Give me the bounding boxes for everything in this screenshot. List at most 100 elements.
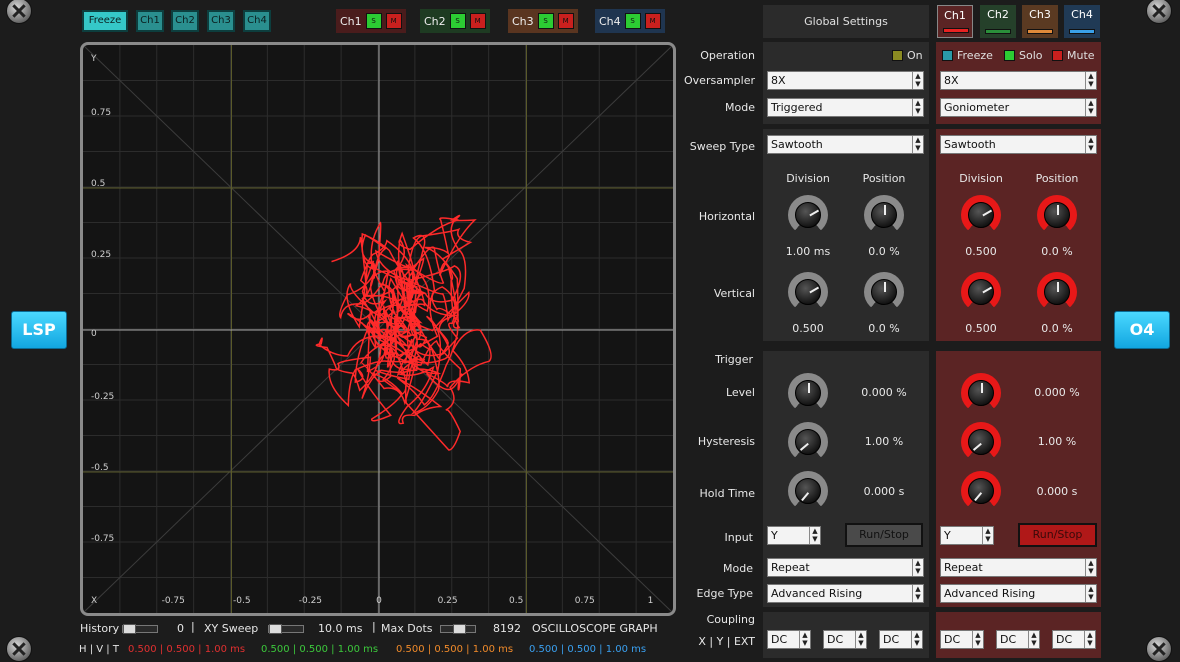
ch4-solo-button[interactable]: S [624,13,641,29]
tab-ch1[interactable]: Ch1 [937,5,973,38]
lsp-logo-button[interactable]: LSP [11,311,67,349]
channel-mute-label: Mute [1067,49,1095,62]
channel-v-position-value: 0.0 % [1041,322,1073,335]
ch2-mute-button[interactable]: M [469,13,486,29]
channel-edge-type-select[interactable]: Advanced Rising ▲ ▼ [940,584,1097,603]
freeze-button[interactable]: Freeze [82,10,128,32]
channel-trigger-mode-value: Repeat [944,561,983,574]
trigger-mode-label: Mode [723,562,753,575]
global-v-position-knob[interactable] [864,272,904,312]
ch2-freeze-button[interactable]: Ch2 [171,10,199,32]
trigger-label: Trigger [715,353,753,366]
history-value: 0 [177,622,184,635]
channel-h-position-knob[interactable] [1037,195,1077,235]
channel-oversampler-select[interactable]: 8X ▲ ▼ [940,71,1097,90]
ch2-hvt-readout: 0.500 | 0.500 | 1.00 ms [261,644,379,655]
y-tick-label: 0.25 [91,250,111,260]
global-hysteresis-knob[interactable] [788,422,828,462]
xy-sweep-label: XY Sweep [204,622,259,635]
x-tick-label: 0.5 [509,596,523,606]
channel-coupling-ext-select[interactable]: DC ▲ ▼ [1052,630,1096,649]
operation-label: Operation [700,49,755,62]
channel-coupling-x-value: DC [944,633,961,646]
global-coupling-x-value: DC [771,633,788,646]
channel-hysteresis-value: 1.00 % [1037,435,1077,448]
updown-icon: ▲ ▼ [1084,631,1095,648]
oscilloscope-graph[interactable]: Y X 0.75 0.5 0.25 0 -0.25 -0.5 -0.75 -0.75 -0.5 -0.… [80,42,676,616]
history-slider[interactable] [122,624,158,634]
channel-v-division-knob[interactable] [961,272,1001,312]
updown-icon: ▲ ▼ [912,559,923,576]
y-tick-label: 0 [91,329,97,339]
global-oversampler-select[interactable]: 8X ▲ ▼ [767,71,924,90]
tab-ch4[interactable]: Ch4 [1064,5,1100,38]
ch1-freeze-button[interactable]: Ch1 [136,10,164,32]
global-sweep-type-select[interactable]: Sawtooth ▲ ▼ [767,135,924,154]
channel-v-position-knob[interactable] [1037,272,1077,312]
ch1-solo-button[interactable]: S [365,13,382,29]
ch4-mute-button[interactable]: M [644,13,661,29]
global-h-division-knob[interactable] [788,195,828,235]
ch1-hvt-readout: 0.500 | 0.500 | 1.00 ms [128,644,246,655]
history-label: History [80,622,120,635]
channel-hold-time-knob[interactable] [961,471,1001,511]
global-edge-type-value: Advanced Rising [771,587,863,600]
global-run-stop-button[interactable]: Run/Stop [845,523,923,547]
channel-mute-checkbox[interactable] [1052,50,1063,61]
channel-mode-select[interactable]: Goniometer ▲ ▼ [940,98,1097,117]
global-coupling-ext-select[interactable]: DC ▲ ▼ [879,630,923,649]
xy-sweep-slider[interactable] [268,624,304,634]
channel-freeze-checkbox[interactable] [942,50,953,61]
operation-on-checkbox[interactable] [892,50,903,61]
channel-hysteresis-knob[interactable] [961,422,1001,462]
global-edge-type-select[interactable]: Advanced Rising ▲ ▼ [767,584,924,603]
channel-freeze-label: Freeze [957,49,993,62]
tab-ch3[interactable]: Ch3 [1022,5,1058,38]
ch3-freeze-button[interactable]: Ch3 [207,10,235,32]
max-dots-slider[interactable] [440,624,476,634]
global-hold-time-knob[interactable] [788,471,828,511]
global-h-position-knob[interactable] [864,195,904,235]
ch3-hvt-readout: 0.500 | 0.500 | 1.00 ms [396,644,514,655]
channel-trigger-mode-select[interactable]: Repeat ▲ ▼ [940,558,1097,577]
screw-bottom-left [6,636,32,662]
global-mode-value: Triggered [771,101,823,114]
x-tick-label: 0.75 [575,596,595,606]
global-trigger-mode-select[interactable]: Repeat ▲ ▼ [767,558,924,577]
hvt-label: H | V | T [79,644,119,655]
ch3-mute-button[interactable]: M [557,13,574,29]
y-tick-label: 0.5 [91,179,105,189]
channel-coupling-y-select[interactable]: DC ▲ ▼ [996,630,1040,649]
global-h-position-value: 0.0 % [868,245,900,258]
screw-bottom-right [1146,636,1172,662]
ch4-group: Ch4 S M [595,9,665,33]
global-level-knob[interactable] [788,373,828,413]
channel-run-stop-button[interactable]: Run/Stop [1018,523,1097,547]
o4-button[interactable]: O4 [1114,311,1170,349]
ch4-freeze-button[interactable]: Ch4 [243,10,271,32]
ch2-solo-button[interactable]: S [449,13,466,29]
channel-coupling-x-select[interactable]: DC ▲ ▼ [940,630,984,649]
input-label: Input [724,531,753,544]
tab-ch2[interactable]: Ch2 [980,5,1016,38]
channel-input-select[interactable]: Y ▲ ▼ [940,526,994,545]
channel-solo-checkbox[interactable] [1004,50,1015,61]
ch2-group-label: Ch2 [424,14,446,28]
max-dots-label: Max Dots [381,622,433,635]
coupling-label: Coupling [706,613,755,626]
channel-level-knob[interactable] [961,373,1001,413]
ch3-solo-button[interactable]: S [537,13,554,29]
y-axis-name: Y [90,54,97,64]
global-input-select[interactable]: Y ▲ ▼ [767,526,821,545]
global-coupling-y-select[interactable]: DC ▲ ▼ [823,630,867,649]
updown-icon: ▲ ▼ [809,527,820,544]
channel-sweep-type-select[interactable]: Sawtooth ▲ ▼ [940,135,1097,154]
divider: | [372,620,376,633]
global-v-division-knob[interactable] [788,272,828,312]
global-coupling-x-select[interactable]: DC ▲ ▼ [767,630,811,649]
level-label: Level [725,386,755,399]
global-mode-select[interactable]: Triggered ▲ ▼ [767,98,924,117]
channel-h-division-knob[interactable] [961,195,1001,235]
global-level-value: 0.000 % [861,386,907,399]
ch1-mute-button[interactable]: M [385,13,402,29]
